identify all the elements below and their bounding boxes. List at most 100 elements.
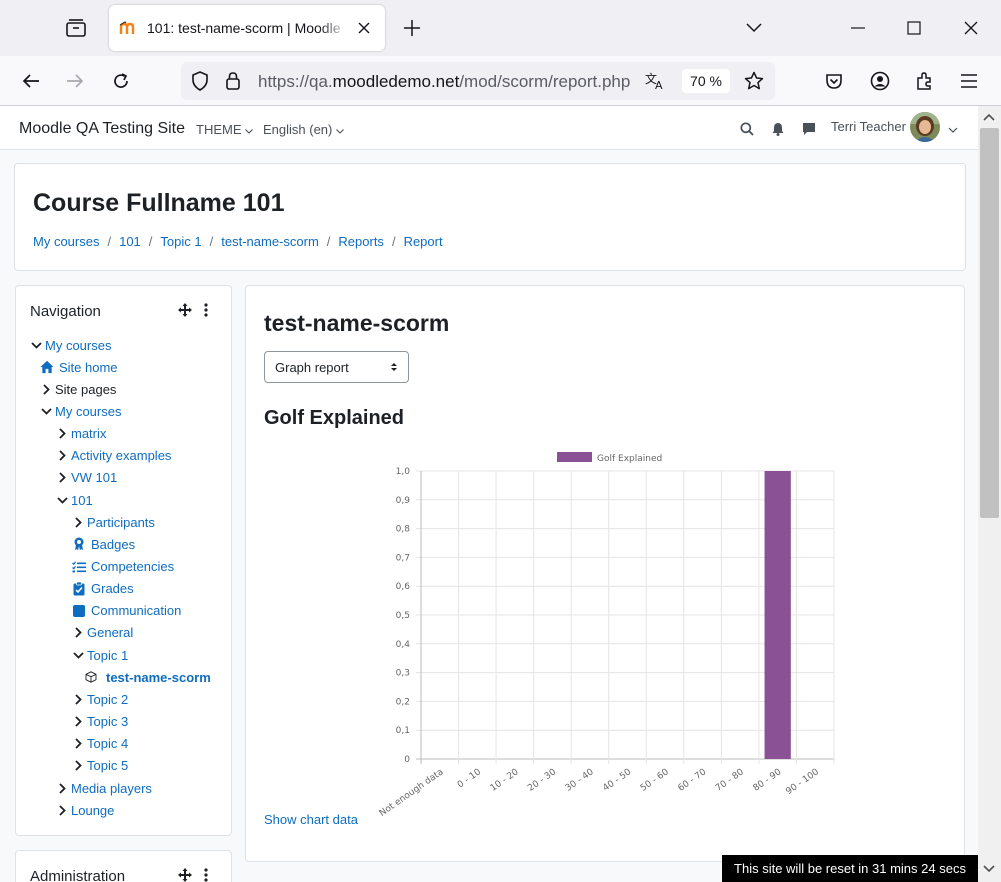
nav-item-topic-3[interactable]: Topic 3 (72, 713, 128, 731)
nav-item-participants[interactable]: Participants (72, 513, 155, 531)
move-icon[interactable] (178, 868, 192, 882)
language-menu[interactable]: English (en) (263, 122, 344, 137)
chevron-right-icon[interactable] (56, 428, 68, 440)
breadcrumb-link[interactable]: 101 (119, 234, 141, 249)
scroll-down-icon[interactable] (983, 864, 995, 874)
minimize-icon[interactable] (840, 10, 876, 46)
zoom-level-button[interactable]: 70 % (682, 69, 730, 93)
nav-item-vw-101[interactable]: VW 101 (56, 469, 117, 487)
x-tick-label: 50 - 60 (639, 767, 671, 794)
nav-item-media-players[interactable]: Media players (56, 779, 152, 797)
site-name[interactable]: Moodle QA Testing Site (19, 120, 185, 138)
breadcrumb-separator: / (326, 234, 331, 249)
report-type-select[interactable]: Graph report (264, 351, 409, 383)
scroll-up-icon[interactable] (983, 112, 995, 122)
nav-item-communication[interactable]: Communication (72, 602, 181, 620)
chevron-right-icon[interactable] (72, 738, 84, 750)
chevron-down-icon[interactable] (72, 649, 84, 661)
nav-item-label: Grades (91, 581, 134, 597)
nav-item-topic-5[interactable]: Topic 5 (72, 757, 128, 775)
url-host: moodledemo.net (332, 72, 460, 91)
messages-icon[interactable] (800, 120, 818, 138)
communication-icon (72, 604, 86, 618)
chevron-right-icon[interactable] (72, 516, 84, 528)
close-tab-icon[interactable] (353, 17, 375, 39)
chevron-right-icon[interactable] (72, 693, 84, 705)
chevron-right-icon[interactable] (56, 804, 68, 816)
chevron-right-icon[interactable] (56, 450, 68, 462)
nav-item-my-courses[interactable]: My courses (40, 402, 121, 420)
nav-item-grades[interactable]: Grades (72, 580, 134, 598)
chevron-right-icon[interactable] (72, 760, 84, 772)
nav-item-my-courses[interactable]: My courses (30, 336, 111, 354)
nav-item-label: Competencies (91, 559, 175, 574)
nav-item-topic-1[interactable]: Topic 1 (72, 646, 128, 664)
reload-icon[interactable] (104, 64, 138, 98)
chevron-right-icon[interactable] (56, 782, 68, 794)
nav-item-label: test-name-scorm (106, 669, 211, 685)
x-tick-label: Not enough data (378, 767, 446, 816)
theme-menu-label: THEME (196, 122, 242, 137)
translate-icon[interactable]: 文A (645, 71, 667, 96)
breadcrumb-link[interactable]: Report (404, 234, 443, 249)
back-arrow-icon[interactable] (14, 64, 48, 98)
nav-item-label: matrix (71, 426, 107, 442)
extensions-icon[interactable] (908, 64, 942, 98)
avatar[interactable] (910, 112, 940, 142)
tab-list-icon[interactable] (56, 10, 96, 46)
app-menu-icon[interactable] (952, 64, 986, 98)
moodle-navbar: Moodle QA Testing Site THEME English (en… (0, 106, 978, 150)
nav-item-competencies[interactable]: Competencies (72, 558, 174, 576)
list-all-tabs-icon[interactable] (736, 10, 772, 46)
block-actions-icon[interactable] (204, 868, 208, 882)
breadcrumb-link[interactable]: Topic 1 (160, 234, 201, 249)
nav-item-site-pages[interactable]: Site pages (40, 380, 116, 398)
chevron-down-icon[interactable] (30, 339, 42, 351)
breadcrumb-link[interactable]: My courses (33, 234, 99, 249)
nav-item-activity-examples[interactable]: Activity examples (56, 447, 171, 465)
nav-item-test-name-scorm[interactable]: test-name-scorm (84, 668, 211, 686)
competencies-icon (72, 560, 86, 574)
nav-item-site-home[interactable]: Site home (40, 358, 118, 376)
nav-item-topic-2[interactable]: Topic 2 (72, 690, 128, 708)
search-icon[interactable] (738, 120, 756, 138)
nav-item-matrix[interactable]: matrix (56, 425, 106, 443)
address-bar[interactable]: https://qa.moodledemo.net/mod/scorm/repo… (181, 62, 775, 100)
nav-item-lounge[interactable]: Lounge (56, 801, 114, 819)
y-tick-label: 0,4 (396, 640, 411, 650)
breadcrumb-link[interactable]: test-name-scorm (221, 234, 319, 249)
url-text[interactable]: https://qa.moodledemo.net/mod/scorm/repo… (258, 72, 636, 92)
block-actions-icon[interactable] (204, 303, 208, 322)
move-icon[interactable] (178, 303, 192, 322)
nav-item-topic-4[interactable]: Topic 4 (72, 735, 128, 753)
nav-item-general[interactable]: General (72, 624, 133, 642)
new-tab-icon[interactable] (398, 14, 426, 42)
chevron-down-icon[interactable] (40, 405, 52, 417)
lock-icon[interactable] (225, 71, 241, 96)
shield-icon[interactable] (191, 71, 209, 96)
forward-arrow-icon[interactable] (58, 64, 92, 98)
chevron-down-icon[interactable] (56, 494, 68, 506)
user-menu-chevron-down-icon[interactable] (948, 120, 958, 138)
close-window-icon[interactable] (953, 10, 989, 46)
user-name[interactable]: Terri Teacher (831, 119, 906, 134)
chevron-right-icon[interactable] (72, 627, 84, 639)
course-header: Course Fullname 101 My courses / 101 / Topic… (14, 163, 966, 271)
theme-menu[interactable]: THEME (196, 122, 254, 137)
account-icon[interactable] (863, 64, 897, 98)
notification-bell-icon[interactable] (769, 120, 787, 138)
breadcrumb-link[interactable]: Reports (338, 234, 384, 249)
maximize-icon[interactable] (896, 10, 932, 46)
nav-item-101[interactable]: 101 (56, 491, 93, 509)
select-arrows-icon (391, 363, 397, 371)
nav-item-badges[interactable]: Badges (72, 535, 135, 553)
chevron-right-icon[interactable] (56, 472, 68, 484)
chevron-right-icon[interactable] (72, 716, 84, 728)
scroll-thumb[interactable] (980, 128, 999, 518)
page-scrollbar[interactable] (978, 106, 1001, 882)
browser-tab[interactable]: 101: test-name-scorm | Moodle (109, 5, 385, 51)
pocket-icon[interactable] (817, 64, 851, 98)
show-chart-data-link[interactable]: Show chart data (264, 812, 358, 827)
chevron-right-icon[interactable] (40, 383, 52, 395)
bookmark-star-icon[interactable] (744, 71, 764, 96)
